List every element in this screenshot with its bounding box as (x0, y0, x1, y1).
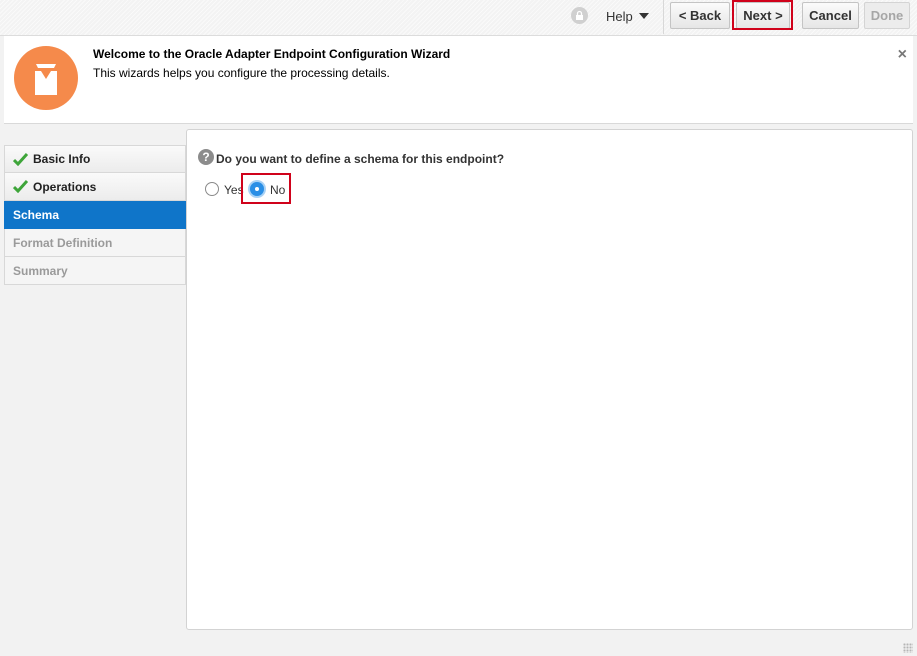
step-summary: Summary (4, 257, 186, 285)
step-basic-info[interactable]: Basic Info (4, 145, 186, 173)
welcome-banner: Welcome to the Oracle Adapter Endpoint C… (4, 36, 913, 124)
schema-question: Do you want to define a schema for this … (216, 152, 505, 166)
wizard-logo-icon (14, 46, 78, 110)
done-button: Done (864, 2, 910, 29)
step-label: Operations (33, 179, 97, 194)
help-label: Help (606, 8, 633, 24)
lock-icon (571, 7, 588, 24)
back-button[interactable]: < Back (670, 2, 730, 29)
wizard-steps: Basic Info Operations Schema Format Defi… (4, 145, 186, 285)
no-option-highlight-box (241, 173, 291, 204)
welcome-subtitle: This wizards helps you configure the pro… (93, 66, 390, 80)
step-label: Basic Info (33, 152, 91, 166)
help-question-icon[interactable]: ? (198, 149, 214, 165)
step-label: Summary (13, 263, 68, 278)
help-menu-button[interactable]: Help (600, 5, 656, 27)
step-operations[interactable]: Operations (4, 173, 186, 201)
step-schema[interactable]: Schema (4, 201, 186, 229)
welcome-title: Welcome to the Oracle Adapter Endpoint C… (93, 47, 451, 61)
schema-panel: ? Do you want to define a schema for thi… (186, 129, 913, 630)
wizard-toolbar: Help < Back Next > Cancel Done (0, 0, 917, 36)
radio-yes[interactable] (205, 182, 219, 196)
step-label: Format Definition (13, 235, 113, 250)
checkmark-icon (13, 180, 28, 193)
toolbar-divider (663, 0, 664, 34)
close-icon[interactable]: × (898, 46, 907, 64)
resize-grip[interactable] (903, 643, 913, 653)
cancel-button[interactable]: Cancel (802, 2, 859, 29)
step-label: Schema (13, 207, 60, 222)
chevron-down-icon (638, 13, 649, 19)
step-format-definition: Format Definition (4, 229, 186, 257)
checkmark-icon (13, 152, 28, 166)
next-highlight-box (732, 0, 793, 30)
